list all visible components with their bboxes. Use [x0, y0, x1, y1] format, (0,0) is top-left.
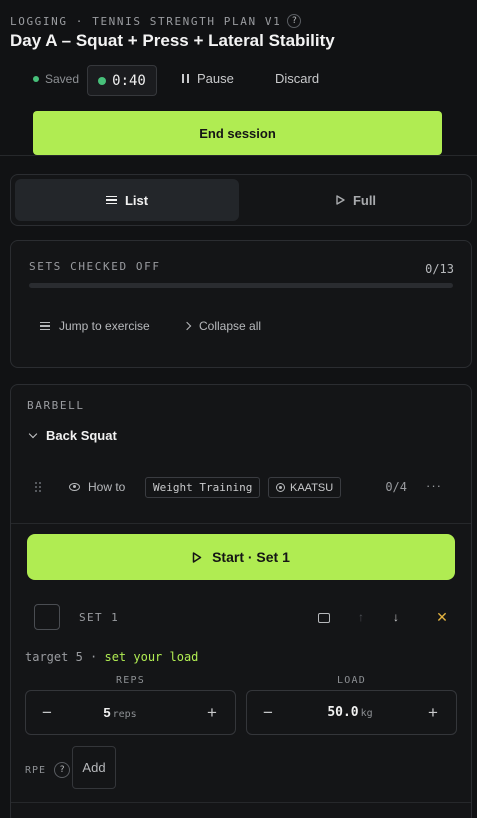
rpe-help-icon[interactable]: ? — [54, 762, 71, 778]
pause-icon — [182, 74, 189, 83]
rpe-add-button[interactable]: Add — [72, 746, 116, 789]
end-session-button[interactable]: End session — [33, 111, 442, 155]
kaatsu-icon — [276, 483, 285, 492]
move-up-icon[interactable]: ↑ — [354, 610, 368, 624]
start-set-label: Start · Set 1 — [212, 549, 290, 565]
tag-kaatsu[interactable]: KAATSU — [268, 477, 342, 498]
target-hint: set your load — [104, 650, 199, 664]
load-label: LOAD — [337, 675, 366, 686]
list-icon — [40, 321, 50, 331]
reps-number: 5 — [103, 705, 111, 720]
discard-button[interactable]: Discard — [275, 71, 319, 86]
exercise-name: Back Squat — [46, 428, 117, 443]
plan-kicker: LOGGING · TENNIS STRENGTH PLAN V1 ? — [10, 14, 302, 28]
chevron-right-icon — [182, 321, 192, 331]
load-unit: kg — [360, 708, 373, 719]
tab-list[interactable]: List — [15, 179, 239, 221]
page-title: Day A – Squat + Press + Lateral Stabilit… — [10, 31, 335, 50]
progress-label: SETS CHECKED OFF — [29, 260, 161, 273]
set-checkbox[interactable] — [34, 604, 60, 630]
reps-decrement-button[interactable]: − — [38, 703, 56, 723]
set-divider — [11, 802, 471, 803]
how-to-button[interactable]: How to — [69, 480, 125, 494]
tag-weight-training[interactable]: Weight Training — [145, 477, 261, 498]
progress-track — [29, 283, 453, 288]
remove-set-icon[interactable]: ✕ — [435, 609, 449, 625]
play-icon — [192, 551, 202, 563]
play-icon — [336, 195, 345, 205]
rpe-row: RPE ? — [25, 762, 71, 778]
timer-value: 0:40 — [112, 72, 146, 89]
session-timer: 0:40 — [87, 65, 157, 96]
pause-label: Pause — [197, 71, 234, 86]
eye-icon — [69, 483, 80, 491]
jump-to-exercise-button[interactable]: Jump to exercise — [40, 319, 150, 333]
set-label: SET 1 — [79, 611, 120, 624]
tab-list-label: List — [124, 192, 149, 208]
plan-kicker-text: LOGGING · TENNIS STRENGTH PLAN V1 — [10, 14, 282, 28]
reps-unit: reps — [112, 709, 137, 720]
load-value[interactable]: 50.0 kg — [310, 705, 390, 720]
tab-full[interactable]: Full — [244, 179, 468, 221]
more-options-icon[interactable]: ··· — [426, 478, 442, 493]
chevron-down-icon — [28, 429, 38, 438]
jump-label: Jump to exercise — [59, 319, 150, 333]
saved-dot-icon — [33, 76, 39, 82]
drag-handle-icon[interactable] — [35, 482, 41, 492]
progress-count: 0/13 — [425, 262, 454, 276]
load-increment-button[interactable]: + — [424, 703, 442, 723]
reps-label: REPS — [116, 675, 145, 686]
tab-full-label: Full — [352, 192, 377, 208]
collapse-label: Collapse all — [199, 319, 262, 333]
exercise-group: BARBELL — [27, 399, 85, 412]
exercise-set-count: 0/4 — [385, 480, 407, 494]
set-target: target 5 · set your load — [25, 650, 198, 664]
saved-label: Saved — [45, 72, 80, 86]
recording-dot-icon — [98, 76, 107, 85]
reps-value[interactable]: 5 reps — [90, 705, 150, 720]
list-icon — [105, 195, 117, 205]
reps-increment-button[interactable]: + — [203, 703, 221, 723]
move-down-icon[interactable]: ↓ — [389, 610, 403, 624]
rpe-label: RPE — [25, 764, 47, 776]
help-icon[interactable]: ? — [287, 14, 302, 28]
load-decrement-button[interactable]: − — [259, 703, 277, 723]
pause-button[interactable]: Pause — [182, 71, 234, 86]
saved-status: Saved — [33, 72, 79, 86]
target-prefix: target 5 · — [25, 650, 105, 664]
load-number: 50.0 — [327, 705, 359, 720]
exercise-divider — [11, 523, 471, 524]
comment-icon[interactable] — [318, 613, 330, 623]
header-divider — [0, 155, 477, 156]
exercise-header[interactable]: Back Squat — [28, 428, 117, 443]
tag-kaatsu-label: KAATSU — [290, 481, 334, 494]
how-to-label: How to — [88, 480, 126, 494]
collapse-all-button[interactable]: Collapse all — [182, 319, 262, 333]
start-set-button[interactable]: Start · Set 1 — [27, 534, 455, 580]
